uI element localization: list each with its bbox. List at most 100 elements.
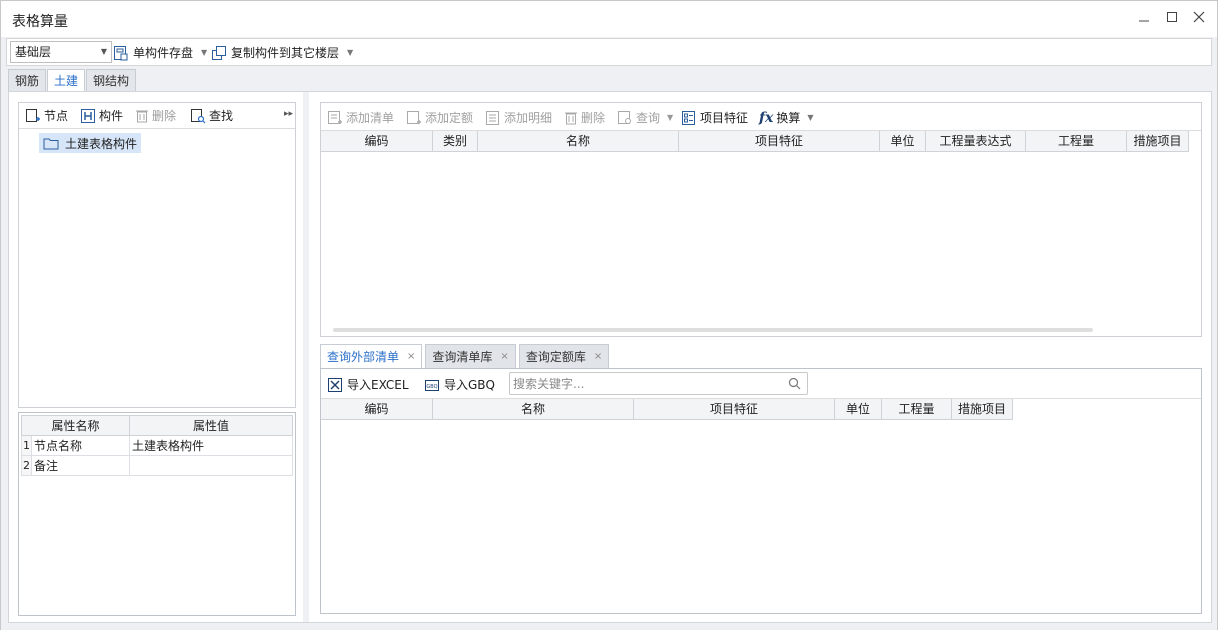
tab-label: 查询清单库 [432,349,493,364]
close-icon[interactable]: × [500,345,508,369]
col-code[interactable]: 编码 [321,131,433,152]
tree-node-label: 土建表格构件 [65,136,138,151]
delete-row-label: 删除 [581,111,606,125]
import-excel-label: 导入EXCEL [347,378,409,392]
delete-row-button[interactable]: 删除 [564,109,605,126]
bill-toolbar: 添加清单 添加定额 添加明细 删除 查询 ▼ 项目特征 fx 换算 ▼ [321,103,1201,131]
import-excel-button[interactable]: 导入EXCEL [327,376,409,393]
chevron-down-icon[interactable]: ▼ [201,43,207,63]
col-unit[interactable]: 单位 [835,399,882,420]
import-gbq-button[interactable]: GBQ 导入GBQ [424,376,495,393]
add-list-label: 添加清单 [346,111,395,125]
table-row[interactable]: 2 备注 [21,455,293,476]
property-table: 属性名称 属性值 1 节点名称 土建表格构件 2 备注 [21,415,293,476]
tab-query-quota-library[interactable]: 查询定额库 × [518,344,610,369]
add-component-button[interactable]: 构件 [80,107,123,124]
prop-value-cell[interactable]: 土建表格构件 [129,435,293,456]
col-name[interactable]: 名称 [478,131,679,152]
function-icon: fx [759,109,774,126]
col-name[interactable]: 名称 [433,399,634,420]
col-quantity[interactable]: 工程量 [882,399,952,420]
floor-select[interactable]: 基础层 ▼ [10,41,112,63]
convert-button[interactable]: fx 换算 ▼ [759,109,814,126]
bill-grid-panel: 添加清单 添加定额 添加明细 删除 查询 ▼ 项目特征 fx 换算 ▼ 编码 类… [320,102,1202,337]
tab-steel-structure[interactable]: 钢结构 [86,69,137,91]
chevron-down-icon[interactable]: ▼ [347,43,353,63]
svg-text:GBQ: GBQ [426,384,437,390]
add-component-label: 构件 [99,109,124,123]
close-icon[interactable]: × [407,345,415,369]
save-component-button[interactable]: 单构件存盘 ▼ [113,43,207,63]
excel-icon [328,377,342,392]
horizontal-scrollbar[interactable] [333,328,1093,332]
item-feature-icon [682,110,695,125]
search-box [509,372,808,395]
tab-label: 查询外部清单 [327,349,400,364]
col-category[interactable]: 类别 [433,131,478,152]
search-icon [191,108,206,123]
find-button[interactable]: 查找 [190,107,233,124]
col-code[interactable]: 编码 [321,399,433,420]
chevron-down-icon[interactable]: ▼ [807,113,813,122]
chevron-down-icon: ▼ [100,47,107,56]
panel-splitter[interactable] [303,92,309,622]
copy-component-button[interactable]: 复制构件到其它楼层 ▼ [211,43,353,63]
row-index: 2 [21,455,32,476]
col-measure-item[interactable]: 措施项目 [1127,131,1189,152]
find-label: 查找 [209,109,234,123]
search-input[interactable] [510,373,780,394]
tab-civil[interactable]: 土建 [47,69,86,91]
tree-toolbar: 节点 构件 删除 查找 ▸▸ [19,103,295,129]
content-area: 节点 构件 删除 查找 ▸▸ 土建表格构件 属性名称 属性值 1 节点名称 土建… [8,91,1212,623]
delete-button[interactable]: 删除 [135,107,176,124]
main-toolbar: 基础层 ▼ 单构件存盘 ▼ 复制构件到其它楼层 ▼ [6,38,1212,66]
query-button[interactable]: 查询 ▼ [617,109,673,126]
table-row[interactable]: 1 节点名称 土建表格构件 [21,435,293,456]
prop-header-name: 属性名称 [21,415,130,436]
tab-rebar[interactable]: 钢筋 [8,69,47,91]
add-quota-button[interactable]: 添加定额 [406,109,473,126]
trash-icon [565,112,577,124]
row-index: 1 [21,435,32,456]
item-feature-label: 项目特征 [700,111,749,125]
import-gbq-label: 导入GBQ [444,378,495,392]
close-button[interactable] [1188,9,1210,31]
folder-icon [43,138,59,149]
add-list-button[interactable]: 添加清单 [327,109,394,126]
add-quota-label: 添加定额 [425,111,474,125]
window-title: 表格算量 [12,14,68,30]
copy-icon [212,46,226,60]
col-measure-item[interactable]: 措施项目 [952,399,1013,420]
tree-node-root[interactable]: 土建表格构件 [39,133,142,153]
discipline-tabs: 钢筋 土建 钢结构 [8,69,137,91]
col-item-feature[interactable]: 项目特征 [679,131,880,152]
minimize-icon [1139,20,1149,22]
item-feature-button[interactable]: 项目特征 [681,109,748,126]
add-quota-icon [407,110,421,124]
add-node-icon [26,108,40,122]
property-panel: 属性名称 属性值 1 节点名称 土建表格构件 2 备注 [18,412,296,616]
add-node-label: 节点 [44,109,69,123]
query-tabs: 查询外部清单 × 查询清单库 × 查询定额库 × [320,344,610,369]
add-detail-button[interactable]: 添加明细 [485,109,552,126]
copy-component-label: 复制构件到其它楼层 [231,46,340,60]
tab-query-list-library[interactable]: 查询清单库 × [425,344,516,369]
col-quantity[interactable]: 工程量 [1026,131,1127,152]
prop-value-cell[interactable] [129,455,293,476]
more-icon[interactable]: ▸▸ [284,109,293,119]
add-list-icon [328,110,342,124]
maximize-button[interactable] [1161,9,1183,31]
prop-name-cell: 备注 [31,455,130,476]
add-node-button[interactable]: 节点 [25,107,68,124]
tab-query-external-list[interactable]: 查询外部清单 × [320,344,423,369]
close-icon[interactable]: × [594,345,602,369]
col-unit[interactable]: 单位 [880,131,926,152]
gbq-icon: GBQ [425,379,439,391]
minimize-button[interactable] [1133,9,1155,31]
chevron-down-icon[interactable]: ▼ [667,113,673,122]
col-quantity-expression[interactable]: 工程量表达式 [926,131,1026,152]
search-icon[interactable] [788,377,801,390]
col-item-feature[interactable]: 项目特征 [634,399,835,420]
query-toolbar: 导入EXCEL GBQ 导入GBQ [321,369,1201,399]
trash-icon [136,110,148,122]
